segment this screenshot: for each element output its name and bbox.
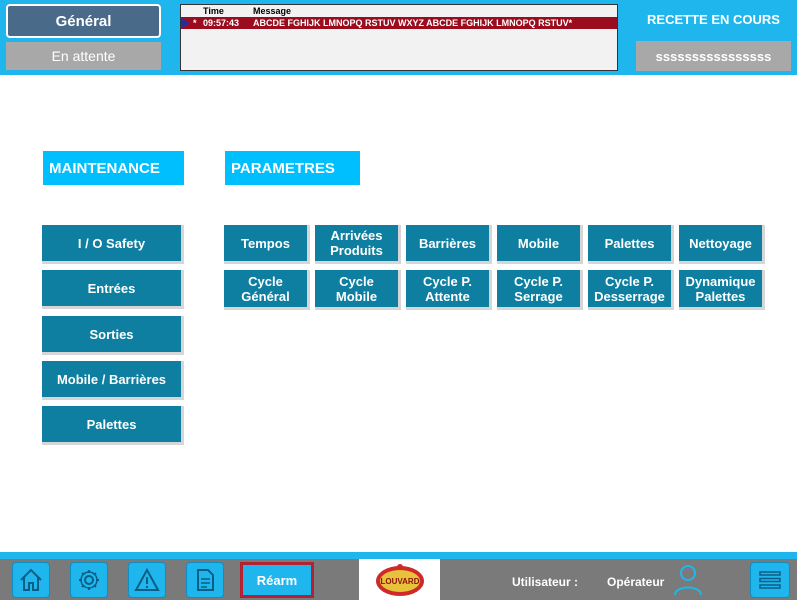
cycle-p-attente-button[interactable]: Cycle P. Attente bbox=[406, 270, 492, 310]
home-button[interactable] bbox=[12, 562, 50, 598]
document-icon bbox=[197, 569, 214, 591]
palettes-parametres-button[interactable]: Palettes bbox=[588, 225, 674, 264]
alarm-header-time: Time bbox=[203, 6, 224, 16]
svg-text:LOUVARD: LOUVARD bbox=[380, 577, 419, 586]
alarm-header-message: Message bbox=[253, 6, 292, 16]
cycle-p-serrage-button[interactable]: Cycle P. Serrage bbox=[497, 270, 583, 310]
warning-icon bbox=[134, 567, 160, 591]
home-icon bbox=[20, 568, 42, 591]
alarm-banner[interactable]: Time Message * 09:57:43 ABCDE FGHIJK LMN… bbox=[180, 4, 618, 71]
status-label: RECETTE EN COURS bbox=[647, 12, 780, 27]
alarm-message: ABCDE FGHIJK LMNOPQ RSTUV WXYZ ABCDE FGH… bbox=[253, 18, 573, 28]
tab-en-attente[interactable]: En attente bbox=[6, 42, 161, 70]
menu-button[interactable] bbox=[750, 562, 790, 598]
recipe-field[interactable]: ssssssssssssssss bbox=[636, 41, 791, 71]
cycle-general-button[interactable]: Cycle Général bbox=[224, 270, 310, 310]
user-name: Opérateur bbox=[607, 575, 665, 589]
tab-general[interactable]: Général bbox=[6, 4, 161, 38]
tempos-button[interactable]: Tempos bbox=[224, 225, 310, 264]
alarm-marker-icon bbox=[182, 18, 190, 28]
hamburger-menu-icon bbox=[759, 571, 781, 589]
alarms-button[interactable] bbox=[128, 562, 166, 598]
gear-icon bbox=[79, 570, 99, 590]
alarm-flag: * bbox=[193, 18, 197, 28]
alarm-time: 09:57:43 bbox=[203, 18, 240, 28]
entrees-button[interactable]: Entrées bbox=[42, 270, 184, 309]
dynamique-palettes-button[interactable]: Dynamique Palettes bbox=[679, 270, 765, 310]
arrivees-produits-button[interactable]: Arrivées Produits bbox=[315, 225, 401, 264]
user-icon bbox=[674, 565, 702, 596]
company-logo: LOUVARD bbox=[359, 559, 440, 600]
nettoyage-button[interactable]: Nettoyage bbox=[679, 225, 765, 264]
rearm-button[interactable]: Réarm bbox=[240, 562, 314, 598]
user-label: Utilisateur : bbox=[512, 575, 579, 589]
louvard-logo-icon: LOUVARD bbox=[375, 563, 424, 596]
cycle-p-desserrage-button[interactable]: Cycle P. Desserrage bbox=[588, 270, 674, 310]
mobile-barrieres-button[interactable]: Mobile / Barrières bbox=[42, 361, 184, 400]
io-safety-button[interactable]: I / O Safety bbox=[42, 225, 184, 264]
settings-button[interactable] bbox=[70, 562, 108, 598]
alarm-header: Time Message bbox=[181, 6, 617, 17]
user-avatar[interactable] bbox=[672, 562, 704, 598]
maintenance-title: MAINTENANCE bbox=[43, 151, 184, 185]
alarm-row[interactable]: * 09:57:43 ABCDE FGHIJK LMNOPQ RSTUV WXY… bbox=[181, 17, 617, 29]
sorties-button[interactable]: Sorties bbox=[42, 316, 184, 355]
cycle-mobile-button[interactable]: Cycle Mobile bbox=[315, 270, 401, 310]
parametres-title: PARAMETRES bbox=[225, 151, 360, 185]
mobile-button[interactable]: Mobile bbox=[497, 225, 583, 264]
report-button[interactable] bbox=[186, 562, 224, 598]
barrieres-button[interactable]: Barrières bbox=[406, 225, 492, 264]
palettes-maintenance-button[interactable]: Palettes bbox=[42, 406, 184, 445]
